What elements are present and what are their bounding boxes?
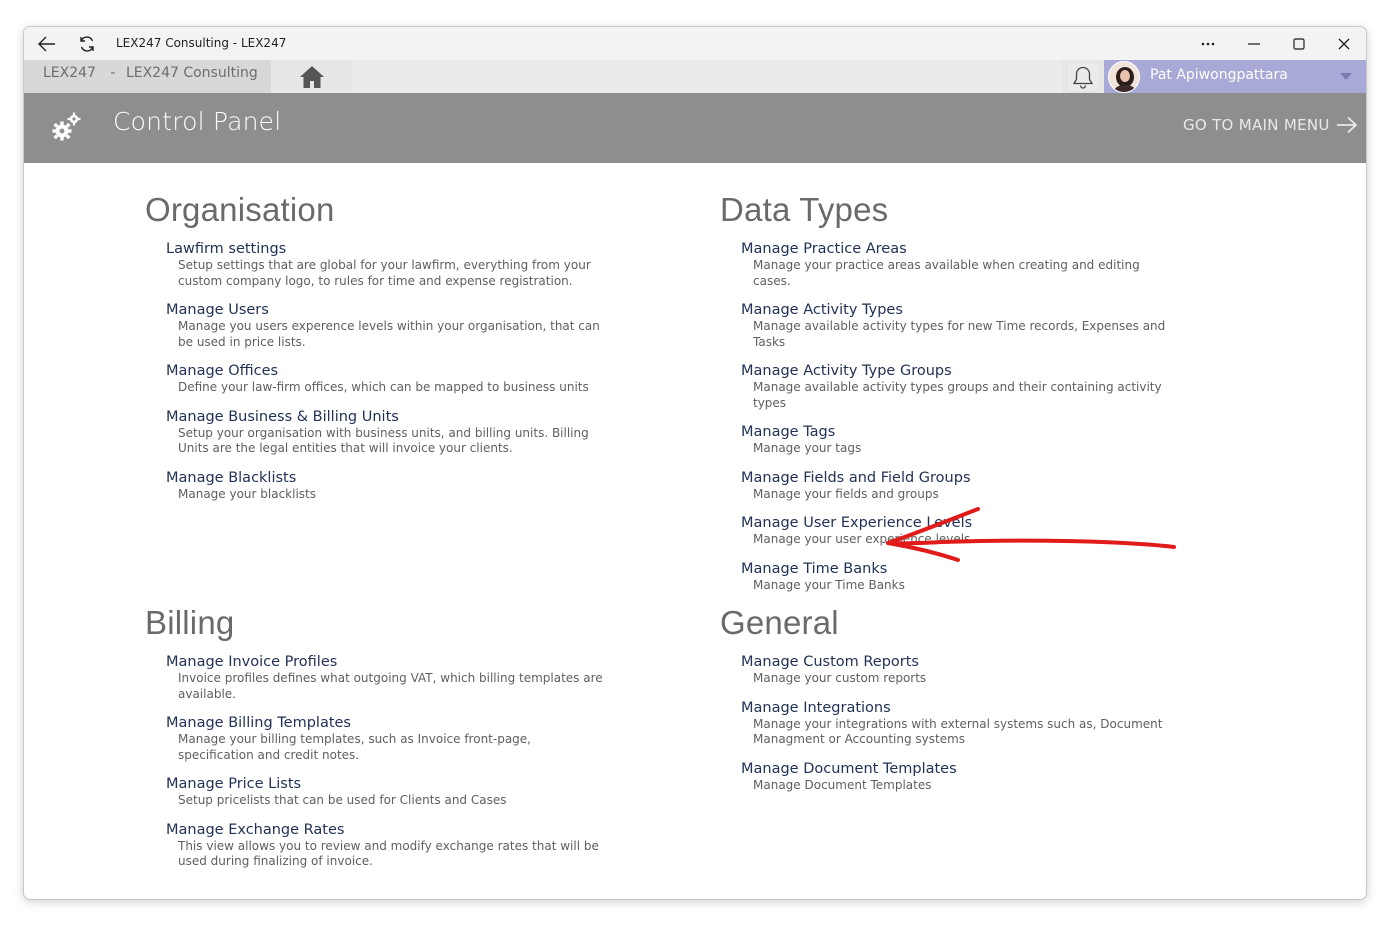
- manage-billing-templates-link[interactable]: Manage Billing Templates: [166, 714, 351, 732]
- list-item: Manage Users Manage you users experence …: [166, 299, 605, 350]
- list-item: Manage Price Lists Setup pricelists that…: [166, 773, 605, 809]
- item-description: Manage your practice areas available whe…: [753, 258, 1140, 288]
- item-description: Setup settings that are global for your …: [178, 258, 591, 288]
- breadcrumb[interactable]: LEX247 - LEX247 Consulting: [24, 60, 271, 93]
- minimize-icon[interactable]: [1231, 29, 1277, 58]
- manage-tags-link[interactable]: Manage Tags: [741, 423, 835, 441]
- item-description: Manage your user experience levels: [753, 532, 971, 546]
- item-description: Manage you users experence levels within…: [178, 319, 600, 349]
- item-description: Invoice profiles defines what outgoing V…: [178, 671, 603, 701]
- list-item: Manage Activity Types Manage available a…: [741, 299, 1180, 350]
- go-main-label: GO TO MAIN MENU: [1183, 116, 1330, 134]
- list-item: Manage Activity Type Groups Manage avail…: [741, 360, 1180, 411]
- list-item: Manage Practice Areas Manage your practi…: [741, 238, 1180, 289]
- manage-users-link[interactable]: Manage Users: [166, 301, 269, 319]
- manage-fields-and-groups-link[interactable]: Manage Fields and Field Groups: [741, 469, 971, 487]
- page-title: Control Panel: [113, 107, 282, 136]
- item-description: Manage your integrations with external s…: [753, 716, 1163, 747]
- page-header: Control Panel GO TO MAIN MENU: [24, 93, 1366, 163]
- manage-price-lists-link[interactable]: Manage Price Lists: [166, 775, 301, 793]
- manage-integrations-link[interactable]: Manage Integrations: [741, 699, 891, 717]
- section-data-types: Data Types Manage Practice Areas Manage …: [720, 190, 1180, 593]
- breadcrumb-separator: -: [110, 65, 116, 81]
- list-item: Manage Billing Templates Manage your bil…: [166, 712, 605, 763]
- item-description: Manage your billing templates, such as I…: [178, 732, 531, 762]
- item-description: Manage your tags: [753, 441, 862, 455]
- list-item: Manage Exchange Rates This view allows y…: [166, 819, 605, 870]
- home-icon: [300, 65, 324, 88]
- lawfirm-settings-link[interactable]: Lawfirm settings: [166, 240, 286, 258]
- item-description: Manage your custom reports: [753, 671, 927, 685]
- list-item: Manage Blacklists Manage your blacklists: [166, 467, 605, 503]
- list-item: Manage Custom Reports Manage your custom…: [741, 651, 1180, 687]
- arrow-right-icon: [1336, 116, 1357, 134]
- section-title: Data Types: [720, 191, 889, 228]
- item-description: Define your law-firm offices, which can …: [178, 380, 589, 394]
- section-title: General: [720, 604, 839, 641]
- list-item: Lawfirm settings Setup settings that are…: [166, 238, 605, 289]
- breadcrumb-company: LEX247 Consulting: [125, 65, 258, 81]
- item-description: Manage your blacklists: [178, 486, 317, 501]
- tab-strip: [352, 60, 1062, 93]
- back-arrow-icon[interactable]: [34, 31, 60, 57]
- list-item: Manage Integrations Manage your integrat…: [741, 697, 1180, 748]
- list-item: Manage Document Templates Manage Documen…: [741, 758, 1180, 794]
- manage-document-templates-link[interactable]: Manage Document Templates: [741, 760, 957, 778]
- item-description: This view allows you to review and modif…: [178, 838, 599, 869]
- manage-blacklists-link[interactable]: Manage Blacklists: [166, 469, 296, 487]
- list-item: Manage Business & Billing Units Setup yo…: [166, 406, 605, 457]
- item-description: Manage available activity types for new …: [753, 319, 1166, 349]
- nav-bar: LEX247 - LEX247 Consulting Pat Apiwongpa…: [24, 60, 1366, 93]
- manage-invoice-profiles-link[interactable]: Manage Invoice Profiles: [166, 653, 337, 671]
- more-icon[interactable]: [1185, 29, 1231, 58]
- section-organisation: Organisation Lawfirm settings Setup sett…: [145, 190, 605, 502]
- item-description: Setup pricelists that can be used for Cl…: [178, 793, 507, 807]
- manage-custom-reports-link[interactable]: Manage Custom Reports: [741, 653, 919, 671]
- section-title: Organisation: [145, 191, 335, 228]
- manage-exchange-rates-link[interactable]: Manage Exchange Rates: [166, 821, 344, 839]
- manage-activity-type-groups-link[interactable]: Manage Activity Type Groups: [741, 362, 952, 380]
- maximize-icon[interactable]: [1276, 29, 1322, 58]
- breadcrumb-app: LEX247: [43, 65, 96, 81]
- manage-practice-areas-link[interactable]: Manage Practice Areas: [741, 240, 907, 258]
- title-bar: LEX247 Consulting - LEX247: [24, 27, 1366, 60]
- manage-user-experience-levels-link[interactable]: Manage User Experience Levels: [741, 514, 972, 532]
- home-button[interactable]: [273, 60, 351, 93]
- avatar: [1108, 61, 1140, 93]
- list-item: Manage Tags Manage your tags: [741, 421, 1180, 457]
- section-billing: Billing Manage Invoice Profiles Invoice …: [145, 603, 605, 870]
- item-description: Manage available activity types groups a…: [753, 380, 1162, 410]
- section-title: Billing: [145, 604, 235, 641]
- go-to-main-menu-button[interactable]: GO TO MAIN MENU: [1183, 116, 1358, 134]
- manage-offices-link[interactable]: Manage Offices: [166, 362, 278, 380]
- list-item: Manage User Experience Levels Manage you…: [741, 512, 1180, 548]
- manage-activity-types-link[interactable]: Manage Activity Types: [741, 301, 903, 319]
- caret-down-icon: [1340, 73, 1352, 80]
- user-menu[interactable]: Pat Apiwongpattara: [1104, 60, 1366, 93]
- list-item: Manage Invoice Profiles Invoice profiles…: [166, 651, 605, 702]
- section-general: General Manage Custom Reports Manage you…: [720, 603, 1180, 793]
- list-item: Manage Time Banks Manage your Time Banks: [741, 558, 1180, 594]
- app-window: LEX247 Consulting - LEX247 LEX247 - LEX2…: [23, 26, 1367, 900]
- list-item: Manage Fields and Field Groups Manage yo…: [741, 467, 1180, 503]
- item-description: Manage your Time Banks: [753, 577, 905, 592]
- item-description: Manage your fields and groups: [753, 486, 939, 501]
- manage-time-banks-link[interactable]: Manage Time Banks: [741, 560, 887, 578]
- manage-business-billing-units-link[interactable]: Manage Business & Billing Units: [166, 408, 399, 426]
- list-item: Manage Offices Define your law-firm offi…: [166, 360, 605, 396]
- item-description: Setup your organisation with business un…: [178, 425, 589, 456]
- window-title: LEX247 Consulting - LEX247: [116, 36, 287, 50]
- refresh-icon[interactable]: [74, 31, 100, 57]
- close-icon[interactable]: [1321, 29, 1366, 58]
- bell-icon[interactable]: [1068, 63, 1098, 91]
- item-description: Manage Document Templates: [753, 777, 932, 792]
- user-name: Pat Apiwongpattara: [1150, 67, 1288, 83]
- gears-icon: [52, 112, 81, 141]
